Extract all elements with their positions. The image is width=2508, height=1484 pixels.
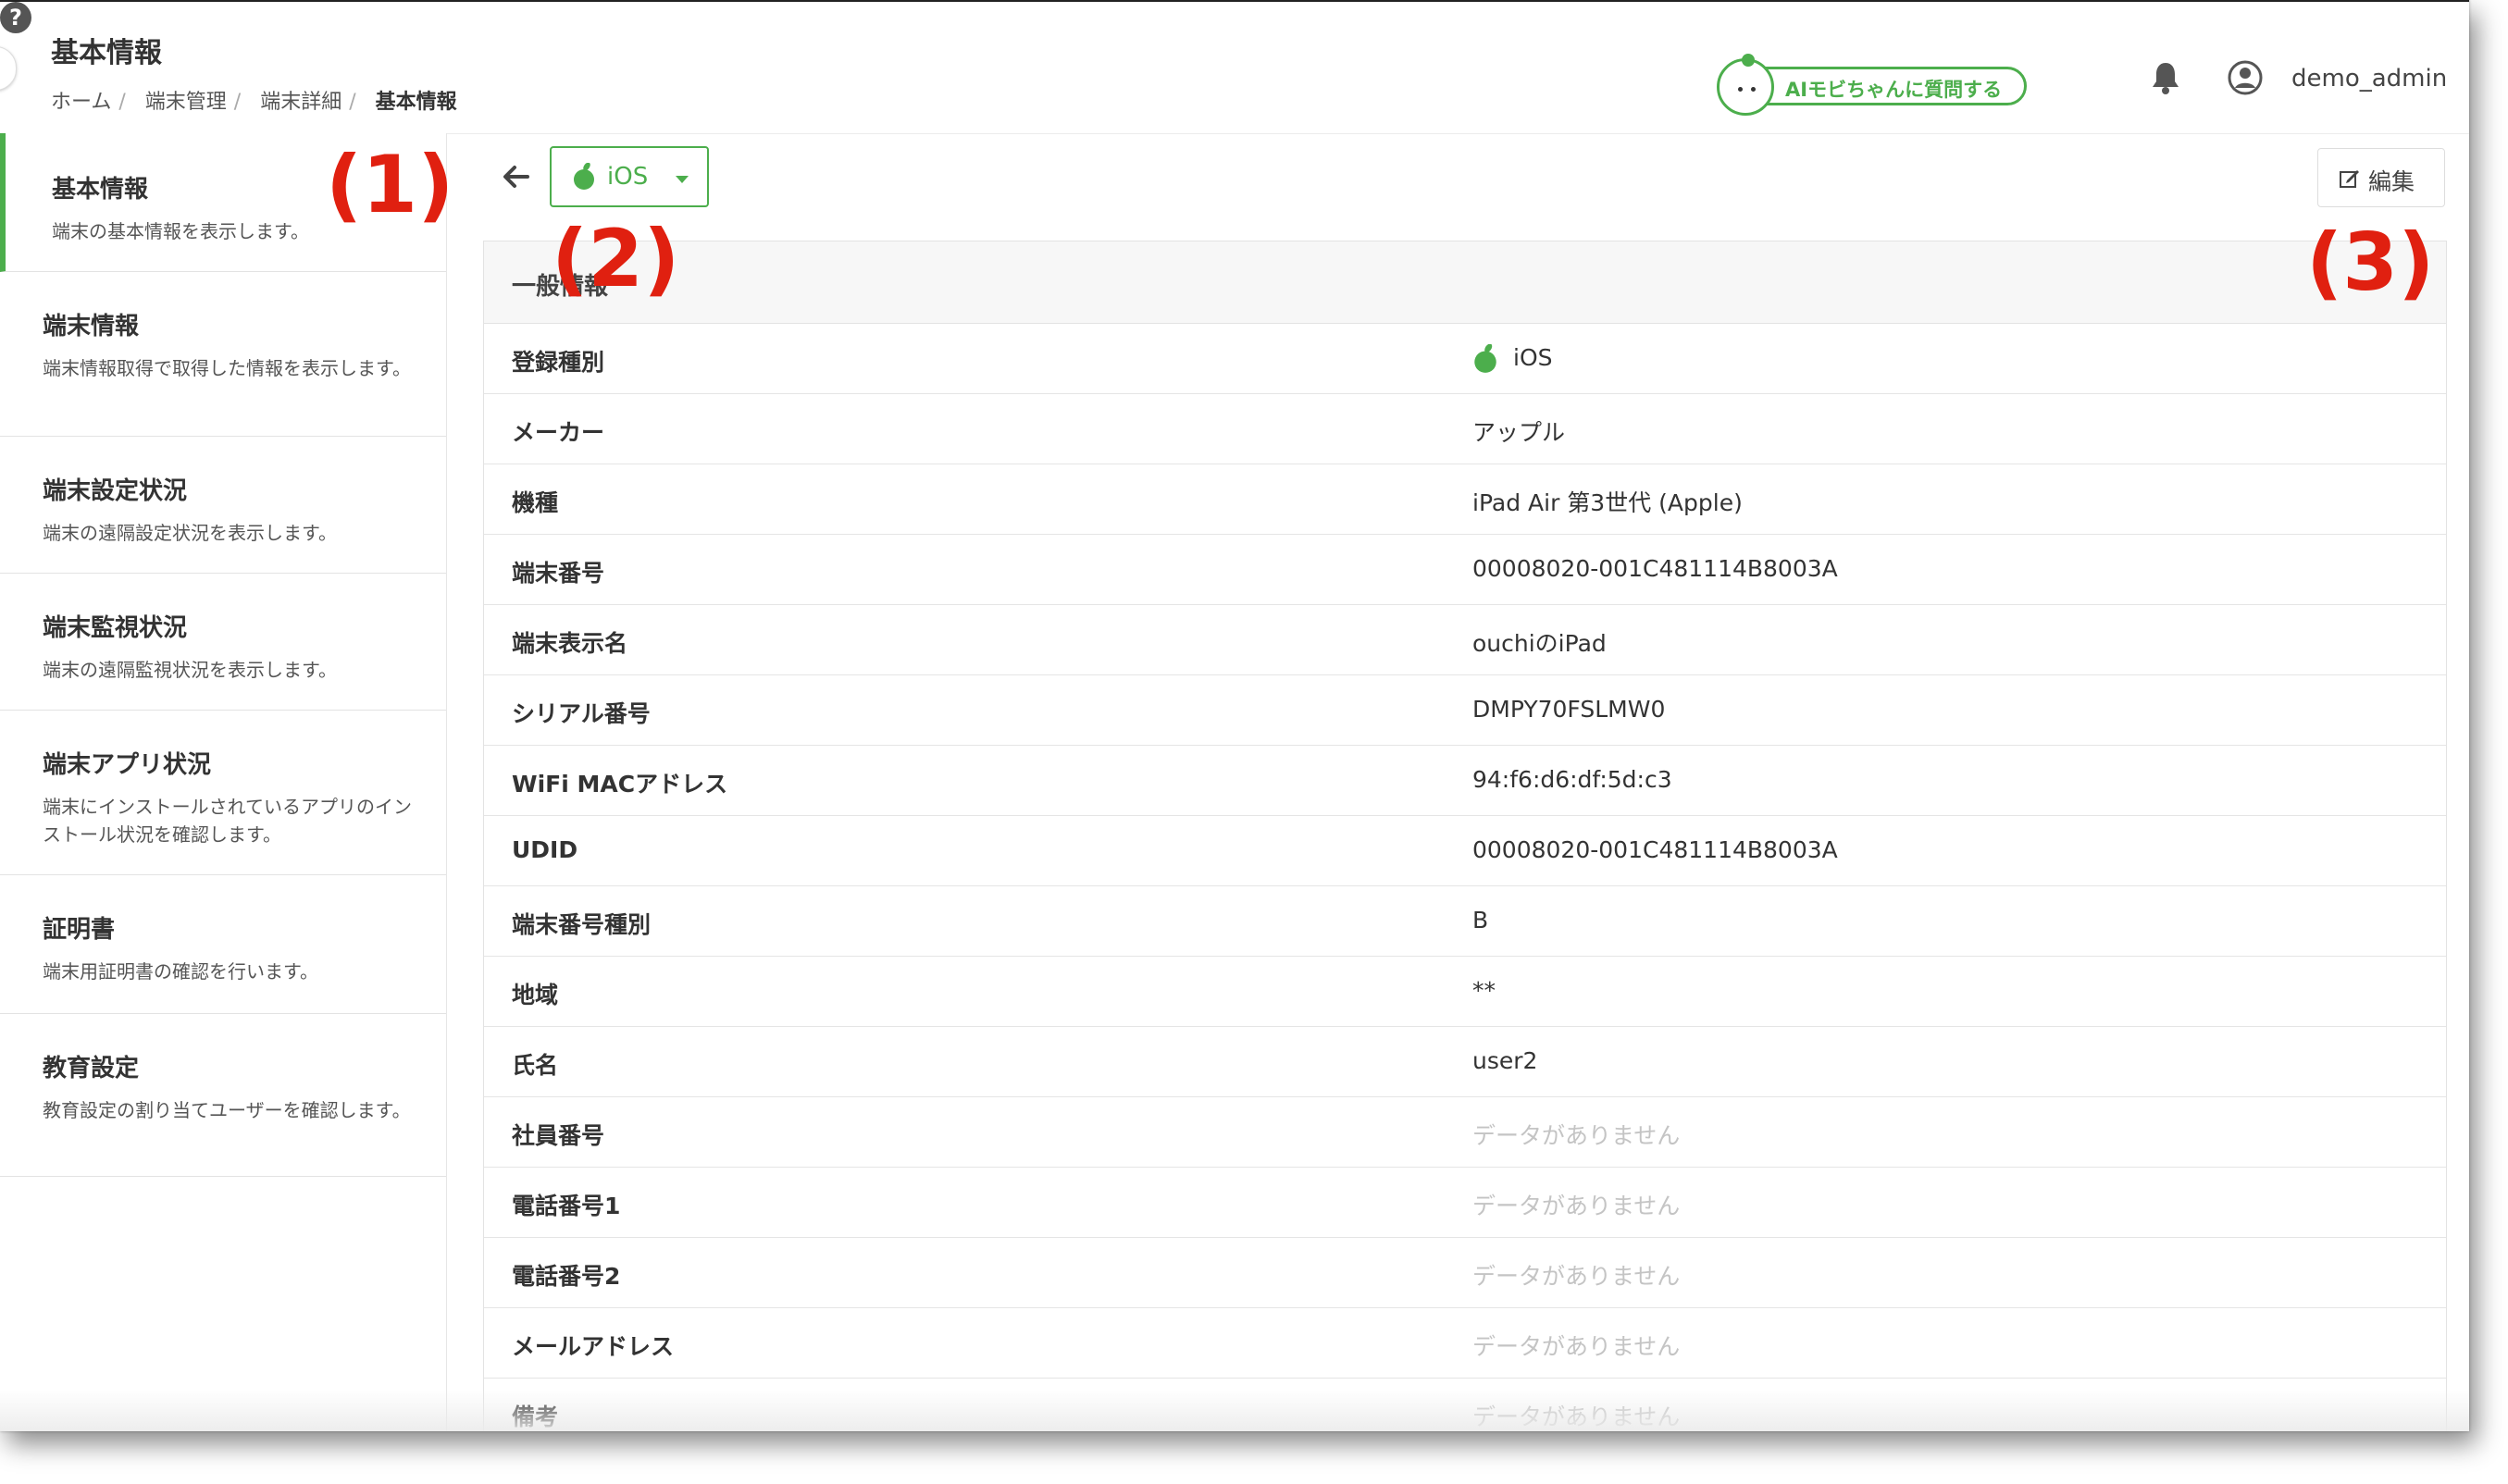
sidebar-item-desc: 教育設定の割り当てユーザーを確認します。 (43, 1099, 411, 1121)
table-row: 電話番号2 データがありません (484, 1238, 2446, 1308)
info-table: 登録種別 iOS メーカー アップル機種 iPad Air 第3世代 (Apple) 端末… (484, 324, 2446, 1431)
row-value: iOS (1513, 344, 1553, 371)
bottom-fade (0, 1390, 2469, 1431)
breadcrumb-current: 基本情報 (375, 91, 457, 114)
sidebar-item-device-monitoring[interactable]: 端末監視状況 端末の遠隔監視状況を表示します。 (0, 574, 446, 711)
sidebar-item-desc: 端末の遠隔監視状況を表示します。 (43, 659, 337, 681)
row-label: 端末番号種別 (512, 911, 652, 938)
mascot-icon (1717, 54, 1774, 116)
table-row: 端末表示名 ouchiのiPad (484, 605, 2446, 675)
row-value: user2 (1472, 1047, 1538, 1074)
table-row: 氏名 user2 (484, 1027, 2446, 1097)
table-row: 機種 iPad Air 第3世代 (Apple) (484, 464, 2446, 535)
annotation-1: (1) (326, 139, 454, 231)
row-value: B (1472, 907, 1489, 934)
general-info-panel: 一般情報 登録種別 iOS メーカー アップル機種 iPad Air 第3世代 (App… (483, 241, 2447, 1431)
sidebar-item-desc: 端末情報取得で取得した情報を表示します。 (43, 357, 411, 379)
row-label: メールアドレス (512, 1333, 675, 1360)
row-value: データがありません (1472, 1193, 1681, 1219)
table-row: 端末番号種別 B (484, 886, 2446, 957)
annotation-3: (3) (2306, 216, 2435, 309)
panel-header: 一般情報 (484, 241, 2446, 324)
row-value: アップル (1472, 419, 1566, 446)
edit-button-label: 編集 (2368, 168, 2415, 195)
sidebar-item-device-apps[interactable]: 端末アプリ状況 端末にインストールされているアプリのインストール状況を確認します… (0, 711, 446, 875)
row-value: 00008020-001C481114B8003A (1472, 555, 1838, 582)
row-label: 登録種別 (512, 349, 605, 376)
breadcrumb-separator: / (233, 91, 242, 114)
edit-icon (2340, 170, 2359, 188)
row-label: メーカー (512, 419, 605, 446)
os-select-label: iOS (607, 163, 649, 191)
bell-icon[interactable] (2147, 59, 2184, 96)
table-row: 端末番号 00008020-001C481114B8003A (484, 535, 2446, 605)
edit-button[interactable]: 編集 (2317, 148, 2445, 207)
ai-assistant-label: AIモビちゃんに質問する (1785, 79, 2003, 101)
apple-icon (574, 163, 594, 190)
row-label: 機種 (512, 489, 559, 516)
table-row: 電話番号1 データがありません (484, 1168, 2446, 1238)
row-value: データがありません (1472, 1263, 1681, 1290)
page-title: 基本情報 (51, 37, 162, 69)
sidebar-item-title: 端末監視状況 (43, 614, 188, 642)
row-value: ouchiのiPad (1472, 630, 1607, 657)
ai-assistant-button[interactable]: AIモビちゃんに質問する (1717, 54, 2027, 116)
annotation-2: (2) (552, 213, 680, 305)
sidebar-item-certificates[interactable]: 証明書 端末用証明書の確認を行います。 (0, 875, 446, 1014)
sidebar-item-device-info[interactable]: 端末情報 端末情報取得で取得した情報を表示します。 (0, 272, 446, 437)
user-circle-icon[interactable] (2227, 59, 2264, 96)
sidebar-item-title: 証明書 (43, 916, 116, 944)
sidebar-item-desc: 端末用証明書の確認を行います。 (43, 960, 318, 983)
row-value: データがありません (1472, 1122, 1681, 1149)
row-value: データがありません (1472, 1333, 1681, 1360)
sidebar-item-title: 端末情報 (43, 313, 140, 340)
row-label: 端末表示名 (512, 630, 628, 657)
row-label: 電話番号1 (512, 1193, 621, 1219)
sidebar-item-title: 端末アプリ状況 (43, 751, 212, 779)
sidebar-item-title: 端末設定状況 (43, 477, 188, 505)
table-row: メーカー アップル (484, 394, 2446, 464)
row-label: 電話番号2 (512, 1263, 621, 1290)
sidebar-item-device-settings[interactable]: 端末設定状況 端末の遠隔設定状況を表示します。 (0, 437, 446, 574)
apple-icon (1474, 344, 1496, 373)
row-label: WiFi MACアドレス (512, 771, 728, 798)
back-arrow-icon[interactable] (500, 161, 531, 192)
row-value: DMPY70FSLMW0 (1472, 696, 1666, 723)
table-row: 社員番号 データがありません (484, 1097, 2446, 1168)
row-value: 94:f6:d6:df:5d:c3 (1472, 766, 1672, 793)
table-row: WiFi MACアドレス 94:f6:d6:df:5d:c3 (484, 746, 2446, 816)
sidebar-item-title: 教育設定 (43, 1055, 140, 1082)
table-row: UDID 00008020-001C481114B8003A (484, 816, 2446, 886)
row-label: 社員番号 (512, 1122, 605, 1149)
caret-down-icon (676, 176, 689, 183)
os-select-dropdown[interactable]: iOS (550, 146, 709, 207)
app-window: 基本情報 ホーム / 端末管理 / 端末詳細 / 基本情報 AIモビちゃんに質問する … (0, 0, 2469, 1431)
table-row: メールアドレス データがありません (484, 1308, 2446, 1379)
row-value: iPad Air 第3世代 (Apple) (1472, 489, 1743, 516)
row-label: シリアル番号 (512, 700, 651, 727)
page-header: 基本情報 ホーム / 端末管理 / 端末詳細 / 基本情報 AIモビちゃんに質問する … (0, 2, 2469, 134)
sidebar-item-education[interactable]: 教育設定 教育設定の割り当てユーザーを確認します。 (0, 1014, 446, 1177)
breadcrumb-device-detail[interactable]: 端末詳細 (260, 91, 341, 114)
breadcrumb-device-management[interactable]: 端末管理 (145, 91, 227, 114)
row-label: 端末番号 (512, 560, 605, 587)
row-value: ** (1472, 977, 1496, 1004)
sidebar-item-desc: 端末にインストールされているアプリのインストール状況を確認します。 (43, 796, 412, 846)
breadcrumb-separator: / (349, 91, 356, 114)
table-row: 地域 ** (484, 957, 2446, 1027)
table-row: 登録種別 iOS (484, 324, 2446, 394)
username[interactable]: demo_admin (2291, 65, 2447, 93)
row-label: UDID (512, 836, 578, 863)
breadcrumb-home[interactable]: ホーム (51, 91, 111, 114)
table-row: シリアル番号 DMPY70FSLMW0 (484, 675, 2446, 746)
sidebar: 基本情報 端末の基本情報を表示します。 端末情報 端末情報取得で取得した情報を表… (0, 133, 447, 1431)
row-label: 氏名 (512, 1052, 559, 1079)
row-value: 00008020-001C481114B8003A (1472, 836, 1838, 863)
help-icon[interactable]: ? (0, 2, 31, 33)
breadcrumb-separator: / (118, 91, 126, 114)
sidebar-item-desc: 端末の遠隔設定状況を表示します。 (43, 522, 337, 544)
row-label: 地域 (512, 982, 559, 1008)
breadcrumb: ホーム / 端末管理 / 端末詳細 / 基本情報 (51, 85, 457, 115)
